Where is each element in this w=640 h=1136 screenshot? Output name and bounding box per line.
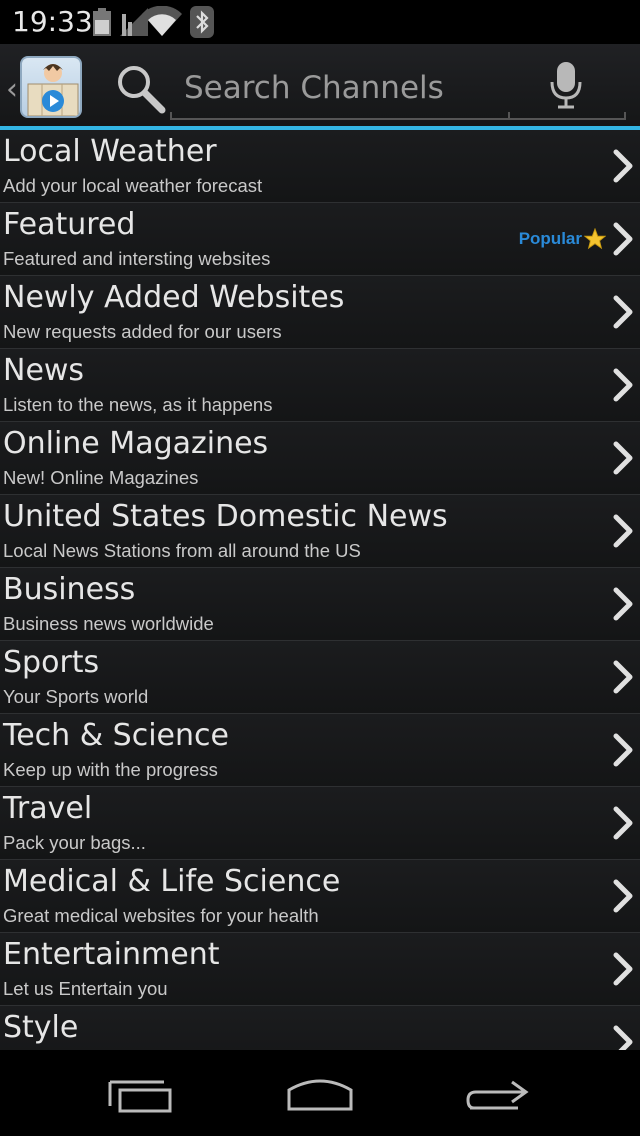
- status-bar: 19:33: [0, 0, 640, 44]
- list-item-title: Newly Added Websites: [3, 280, 345, 315]
- home-icon[interactable]: [286, 1076, 354, 1112]
- chevron-right-icon: [613, 733, 633, 767]
- list-item-8[interactable]: Tech & Science Keep up with the progress: [0, 714, 640, 787]
- search-underline: [508, 118, 626, 120]
- list-item-0[interactable]: Local Weather Add your local weather for…: [0, 130, 640, 203]
- list-item-subtitle: Featured and intersting websites: [3, 248, 271, 269]
- back-icon[interactable]: [466, 1078, 530, 1112]
- search-underline-tick: [624, 112, 626, 120]
- list-item-title: Local Weather: [3, 134, 217, 169]
- list-item-title: Business: [3, 572, 136, 607]
- chevron-right-icon: [613, 660, 633, 694]
- chevron-right-icon: [613, 806, 633, 840]
- popular-badge-label: Popular: [518, 229, 582, 248]
- list-item-subtitle: Let us Entertain you: [3, 978, 168, 999]
- list-item-12[interactable]: Style: [0, 1006, 640, 1050]
- list-item-title: Entertainment: [3, 937, 220, 972]
- search-underline-tick: [170, 112, 172, 120]
- status-clock: 19:33: [12, 5, 93, 38]
- list-item-10[interactable]: Medical & Life Science Great medical web…: [0, 860, 640, 933]
- list-item-5[interactable]: United States Domestic News Local News S…: [0, 495, 640, 568]
- chevron-right-icon: [613, 514, 633, 548]
- popular-badge: Popular: [519, 228, 606, 250]
- list-item-title: Online Magazines: [3, 426, 269, 461]
- list-item-2[interactable]: Newly Added Websites New requests added …: [0, 276, 640, 349]
- search-underline-tick: [508, 112, 510, 120]
- list-item-subtitle: New! Online Magazines: [3, 467, 199, 488]
- search-underline: [170, 118, 508, 120]
- list-item-4[interactable]: Online Magazines New! Online Magazines: [0, 422, 640, 495]
- list-item-3[interactable]: News Listen to the news, as it happens: [0, 349, 640, 422]
- list-item-subtitle: Listen to the news, as it happens: [3, 394, 273, 415]
- list-item-1[interactable]: Featured Featured and intersting website…: [0, 203, 640, 276]
- list-item-title: Featured: [3, 207, 136, 242]
- search-icon[interactable]: [114, 62, 168, 116]
- app-logo[interactable]: [20, 56, 82, 118]
- list-item-subtitle: Keep up with the progress: [3, 759, 218, 780]
- list-item-subtitle: Pack your bags...: [3, 832, 146, 853]
- chevron-left-icon[interactable]: ‹: [6, 72, 18, 107]
- list-item-subtitle: Business news worldwide: [3, 613, 214, 634]
- category-list[interactable]: Local Weather Add your local weather for…: [0, 130, 640, 1050]
- chevron-right-icon: [613, 441, 633, 475]
- list-item-title: Tech & Science: [3, 718, 229, 753]
- list-item-6[interactable]: Business Business news worldwide: [0, 568, 640, 641]
- list-item-title: United States Domestic News: [3, 499, 448, 534]
- wifi-icon: [142, 6, 182, 36]
- navigation-bar: [0, 1050, 640, 1136]
- recent-apps-icon[interactable]: [108, 1080, 174, 1114]
- list-item-subtitle: Add your local weather forecast: [3, 175, 263, 196]
- chevron-right-icon: [613, 149, 633, 183]
- list-item-9[interactable]: Travel Pack your bags...: [0, 787, 640, 860]
- chevron-right-icon: [613, 295, 633, 329]
- list-item-11[interactable]: Entertainment Let us Entertain you: [0, 933, 640, 1006]
- list-item-title: Style: [3, 1010, 79, 1045]
- chevron-right-icon: [613, 1025, 633, 1050]
- search-input[interactable]: [184, 66, 504, 110]
- list-item-title: Medical & Life Science: [3, 864, 341, 899]
- chevron-right-icon: [613, 368, 633, 402]
- microphone-icon[interactable]: [550, 60, 582, 110]
- list-item-title: News: [3, 353, 85, 388]
- chevron-right-icon: [613, 222, 633, 256]
- list-item-7[interactable]: Sports Your Sports world: [0, 641, 640, 714]
- list-item-subtitle: Great medical websites for your health: [3, 905, 319, 926]
- battery-icon: [93, 8, 111, 36]
- chevron-right-icon: [613, 587, 633, 621]
- list-item-title: Travel: [3, 791, 93, 826]
- list-item-title: Sports: [3, 645, 100, 680]
- list-item-subtitle: Your Sports world: [3, 686, 149, 707]
- list-item-subtitle: Local News Stations from all around the …: [3, 540, 361, 561]
- list-item-subtitle: New requests added for our users: [3, 321, 282, 342]
- chevron-right-icon: [613, 952, 633, 986]
- bluetooth-icon: [190, 6, 214, 38]
- star-icon: [584, 228, 606, 250]
- chevron-right-icon: [613, 879, 633, 913]
